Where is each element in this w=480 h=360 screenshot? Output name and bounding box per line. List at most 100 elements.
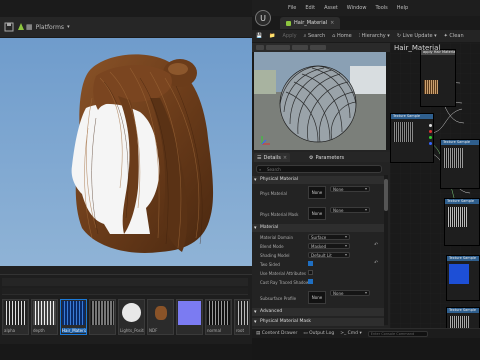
details-icon: ☰ [257,154,262,161]
lit-button[interactable] [292,45,308,50]
live-update-button[interactable]: ↻ Live Update ▾ [397,33,437,39]
prop-cast-ray-traced-shadows-label: Cast Ray Traced Shadows [260,280,312,285]
material-preview-viewport[interactable] [254,52,386,150]
tab-details[interactable]: ☰ Details × [254,153,291,162]
view-options-button[interactable] [256,45,264,50]
section-physical-material-mask[interactable]: Physical Material Mask [252,318,384,326]
menu-tools[interactable]: Tools [375,5,387,11]
output-pin[interactable] [429,130,432,133]
level-viewport[interactable] [0,38,252,266]
phys-material-mask-slot[interactable]: None [308,207,326,220]
close-icon[interactable]: × [330,20,334,26]
unreal-logo-icon[interactable]: U [255,10,271,26]
clean-label: Clean [449,33,464,39]
asset-thumb[interactable]: normal [205,299,232,335]
node-title: Texture Sample [391,114,433,119]
menu-bar: File Edit Asset Window Tools Help [252,0,480,16]
asset-thumb[interactable]: NDF [147,299,174,335]
graph-title: Hair_Material [394,44,441,52]
section-advanced[interactable]: Advanced [252,308,384,316]
phys-material-slot[interactable]: None [308,186,326,199]
content-drawer-button[interactable]: ▤ Content Drawer [256,331,297,336]
asset-preview [236,301,249,325]
asset-preview [178,301,201,325]
node-texture-sample[interactable]: Texture Sample [446,255,480,301]
close-icon[interactable]: × [283,155,287,161]
asset-thumb[interactable] [176,299,203,335]
node-preview [393,122,413,142]
hierarchy-button[interactable]: ⫶ Hierarchy ▾ [359,33,390,39]
cmd-label: Cmd [347,331,359,336]
browse-icon[interactable]: 📁 [269,33,275,39]
hierarchy-label: Hierarchy [361,33,386,39]
menu-help[interactable]: Help [397,5,408,11]
phys-material-mask-dropdown[interactable]: None [330,207,370,213]
node-texture-sample[interactable]: Texture Sample [390,113,434,163]
asset-thumb[interactable]: depth [31,299,58,335]
cmd-button[interactable]: >_ Cmd ▾ [340,331,362,336]
node-apply-hair-material[interactable]: apply Hair Material [420,49,456,107]
material-domain-dropdown[interactable]: Surface [308,234,350,240]
tab-parameters[interactable]: ⚙ Parameters [306,153,348,162]
asset-thumb[interactable]: Lights_Position [118,299,145,335]
platforms-label: Platforms [35,23,65,31]
preview-render [254,52,386,150]
level-editor: ▦ Platforms ▾ alpha depth Hair_Material … [0,0,252,360]
material-graph[interactable]: apply Hair Material Texture Sample Textu… [390,43,480,360]
tab-details-label: Details [263,154,281,161]
menu-window[interactable]: Window [347,5,367,11]
asset-thumb[interactable]: root [234,299,250,335]
output-log-button[interactable]: ▭ Output Log [303,331,334,336]
asset-preview [4,301,27,325]
apply-button[interactable]: Apply [282,33,296,39]
search-icon: ⌕ [259,167,262,172]
asset-thumb[interactable] [89,299,116,335]
menu-file[interactable]: File [288,5,296,11]
home-button[interactable]: ⌂ Home [332,33,352,39]
level-toolbar: ▦ Platforms ▾ [0,17,252,37]
show-button[interactable] [310,45,326,50]
section-physical-material[interactable]: Physical Material [252,176,384,184]
details-scrollbar[interactable] [384,175,388,325]
output-log-label: Output Log [309,331,335,336]
blend-mode-dropdown[interactable]: Masked [308,243,350,249]
shading-model-dropdown[interactable]: Default Lit [308,252,350,258]
asset-preview [207,301,230,325]
console-command-input[interactable]: Enter Console Command [367,330,428,337]
phys-material-dropdown[interactable]: None [330,186,370,192]
reset-icon[interactable]: ↶ [374,260,378,266]
screen: ▦ Platforms ▾ alpha depth Hair_Material … [0,0,480,360]
node-texture-sample[interactable]: Texture Sample [440,139,480,189]
asset-label: Lights_Position [120,328,144,333]
asset-thumb[interactable]: alpha [2,299,29,335]
clean-button[interactable]: ✦ Clean [444,33,464,39]
reset-icon[interactable]: ↶ [374,242,378,248]
material-icon [286,20,291,26]
viewport-render [0,38,252,266]
save-button[interactable]: 💾 [256,33,262,39]
cast-ray-traced-shadows-checkbox[interactable] [308,279,313,284]
menu-edit[interactable]: Edit [305,5,315,11]
two-sided-checkbox[interactable] [308,261,313,266]
subsurface-profile-slot[interactable]: None [308,291,326,304]
prop-phys-material-mask-label: Phys Material Mask [260,212,299,217]
output-pin[interactable] [429,136,432,139]
node-texture-sample[interactable]: Texture Sample [444,198,480,246]
perspective-button[interactable] [266,45,290,50]
subsurface-profile-dropdown[interactable]: None [330,290,370,296]
section-material[interactable]: Material [252,224,384,232]
save-icon[interactable] [3,21,15,33]
output-pin[interactable] [429,142,432,145]
search-button[interactable]: ⌕ Search [304,33,326,39]
platforms-button[interactable]: ▦ Platforms ▾ [26,21,70,33]
output-pin[interactable] [429,124,432,127]
details-search-input[interactable]: ⌕ Search [256,165,382,173]
menu-asset[interactable]: Asset [324,5,338,11]
scrollbar-thumb[interactable] [384,179,388,211]
asset-preview [33,301,56,325]
tab-hair-material[interactable]: Hair_Material × [280,17,341,29]
asset-thumb-selected[interactable]: Hair_Material [60,299,87,335]
details-tabs: ☰ Details × ⚙ Parameters [252,152,390,162]
prop-two-sided-label: Two Sided [260,262,280,267]
use-material-attributes-checkbox[interactable] [308,270,313,275]
